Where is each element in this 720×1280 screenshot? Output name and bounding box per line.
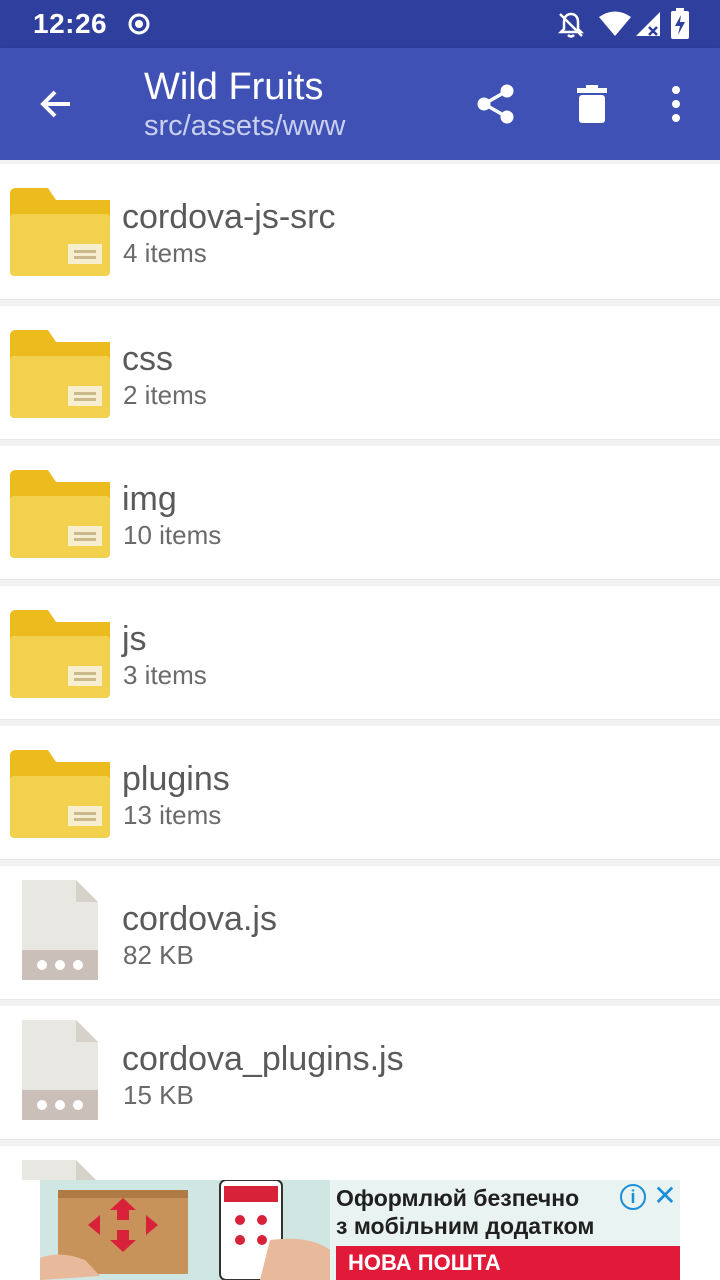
list-item-folder[interactable]: css 2 items xyxy=(0,300,720,440)
item-count: 10 items xyxy=(123,520,222,550)
item-size: 82 KB xyxy=(123,940,194,970)
item-size: 15 KB xyxy=(123,1080,194,1110)
signal-icon xyxy=(636,12,660,36)
item-name: img xyxy=(122,480,177,518)
share-icon xyxy=(477,84,514,124)
status-bar: 12:26 xyxy=(0,0,720,48)
list-item-file[interactable]: cordova.js 82 KB xyxy=(0,860,720,1000)
wifi-icon xyxy=(599,11,631,36)
file-icon xyxy=(22,1020,98,1120)
folder-icon xyxy=(10,470,110,558)
share-button[interactable] xyxy=(464,72,528,136)
folder-icon xyxy=(10,610,110,698)
delete-button[interactable] xyxy=(560,72,624,136)
back-button[interactable] xyxy=(24,72,88,136)
folder-icon xyxy=(10,330,110,418)
list-item-folder[interactable]: plugins 13 items xyxy=(0,720,720,860)
folder-icon xyxy=(10,750,110,838)
ad-banner[interactable]: Оформлюй безпечно з мобільним додатком Н… xyxy=(40,1180,680,1280)
file-icon xyxy=(22,880,98,980)
parcel-box-image xyxy=(40,1180,330,1280)
path-subtitle: src/assets/www xyxy=(144,110,346,142)
back-icon xyxy=(40,90,70,118)
delete-icon xyxy=(577,85,607,123)
item-count: 3 items xyxy=(123,660,207,690)
ad-headline: Оформлюй безпечно xyxy=(336,1185,580,1211)
item-name: cordova_plugins.js xyxy=(122,1040,404,1078)
item-count: 13 items xyxy=(123,800,222,830)
item-name: js xyxy=(122,620,147,658)
more-options-button[interactable] xyxy=(644,72,708,136)
ad-brand: НОВА ПОШТА xyxy=(336,1246,680,1280)
item-name: cordova.js xyxy=(122,900,277,938)
ad-close-icon[interactable]: ✕ xyxy=(652,1182,678,1210)
ad-subheadline: з мобільним додатком xyxy=(336,1213,595,1239)
item-name: css xyxy=(122,340,173,378)
folder-icon xyxy=(10,188,110,276)
list-item-folder[interactable]: cordova-js-src 4 items xyxy=(0,160,720,300)
list-item-folder[interactable]: js 3 items xyxy=(0,580,720,720)
app-bar: Wild Fruits src/assets/www xyxy=(0,48,720,160)
status-time: 12:26 xyxy=(33,8,108,39)
list-item-folder[interactable]: img 10 items xyxy=(0,440,720,580)
item-count: 2 items xyxy=(123,380,207,410)
list-item-file[interactable]: cordova_plugins.js 15 KB xyxy=(0,1000,720,1140)
battery-charging-icon xyxy=(671,8,689,39)
file-list: cordova-js-src 4 items css 2 items img 1… xyxy=(0,160,720,1280)
record-icon xyxy=(128,13,150,35)
page-title: Wild Fruits xyxy=(144,66,324,108)
notifications-off-icon xyxy=(557,12,585,38)
ad-info-icon[interactable]: i xyxy=(620,1184,646,1210)
item-name: cordova-js-src xyxy=(122,198,336,236)
ad-area: Оформлюй безпечно з мобільним додатком Н… xyxy=(0,1180,720,1280)
item-count: 4 items xyxy=(123,238,207,268)
item-name: plugins xyxy=(122,760,230,798)
more-vert-icon xyxy=(672,86,680,122)
